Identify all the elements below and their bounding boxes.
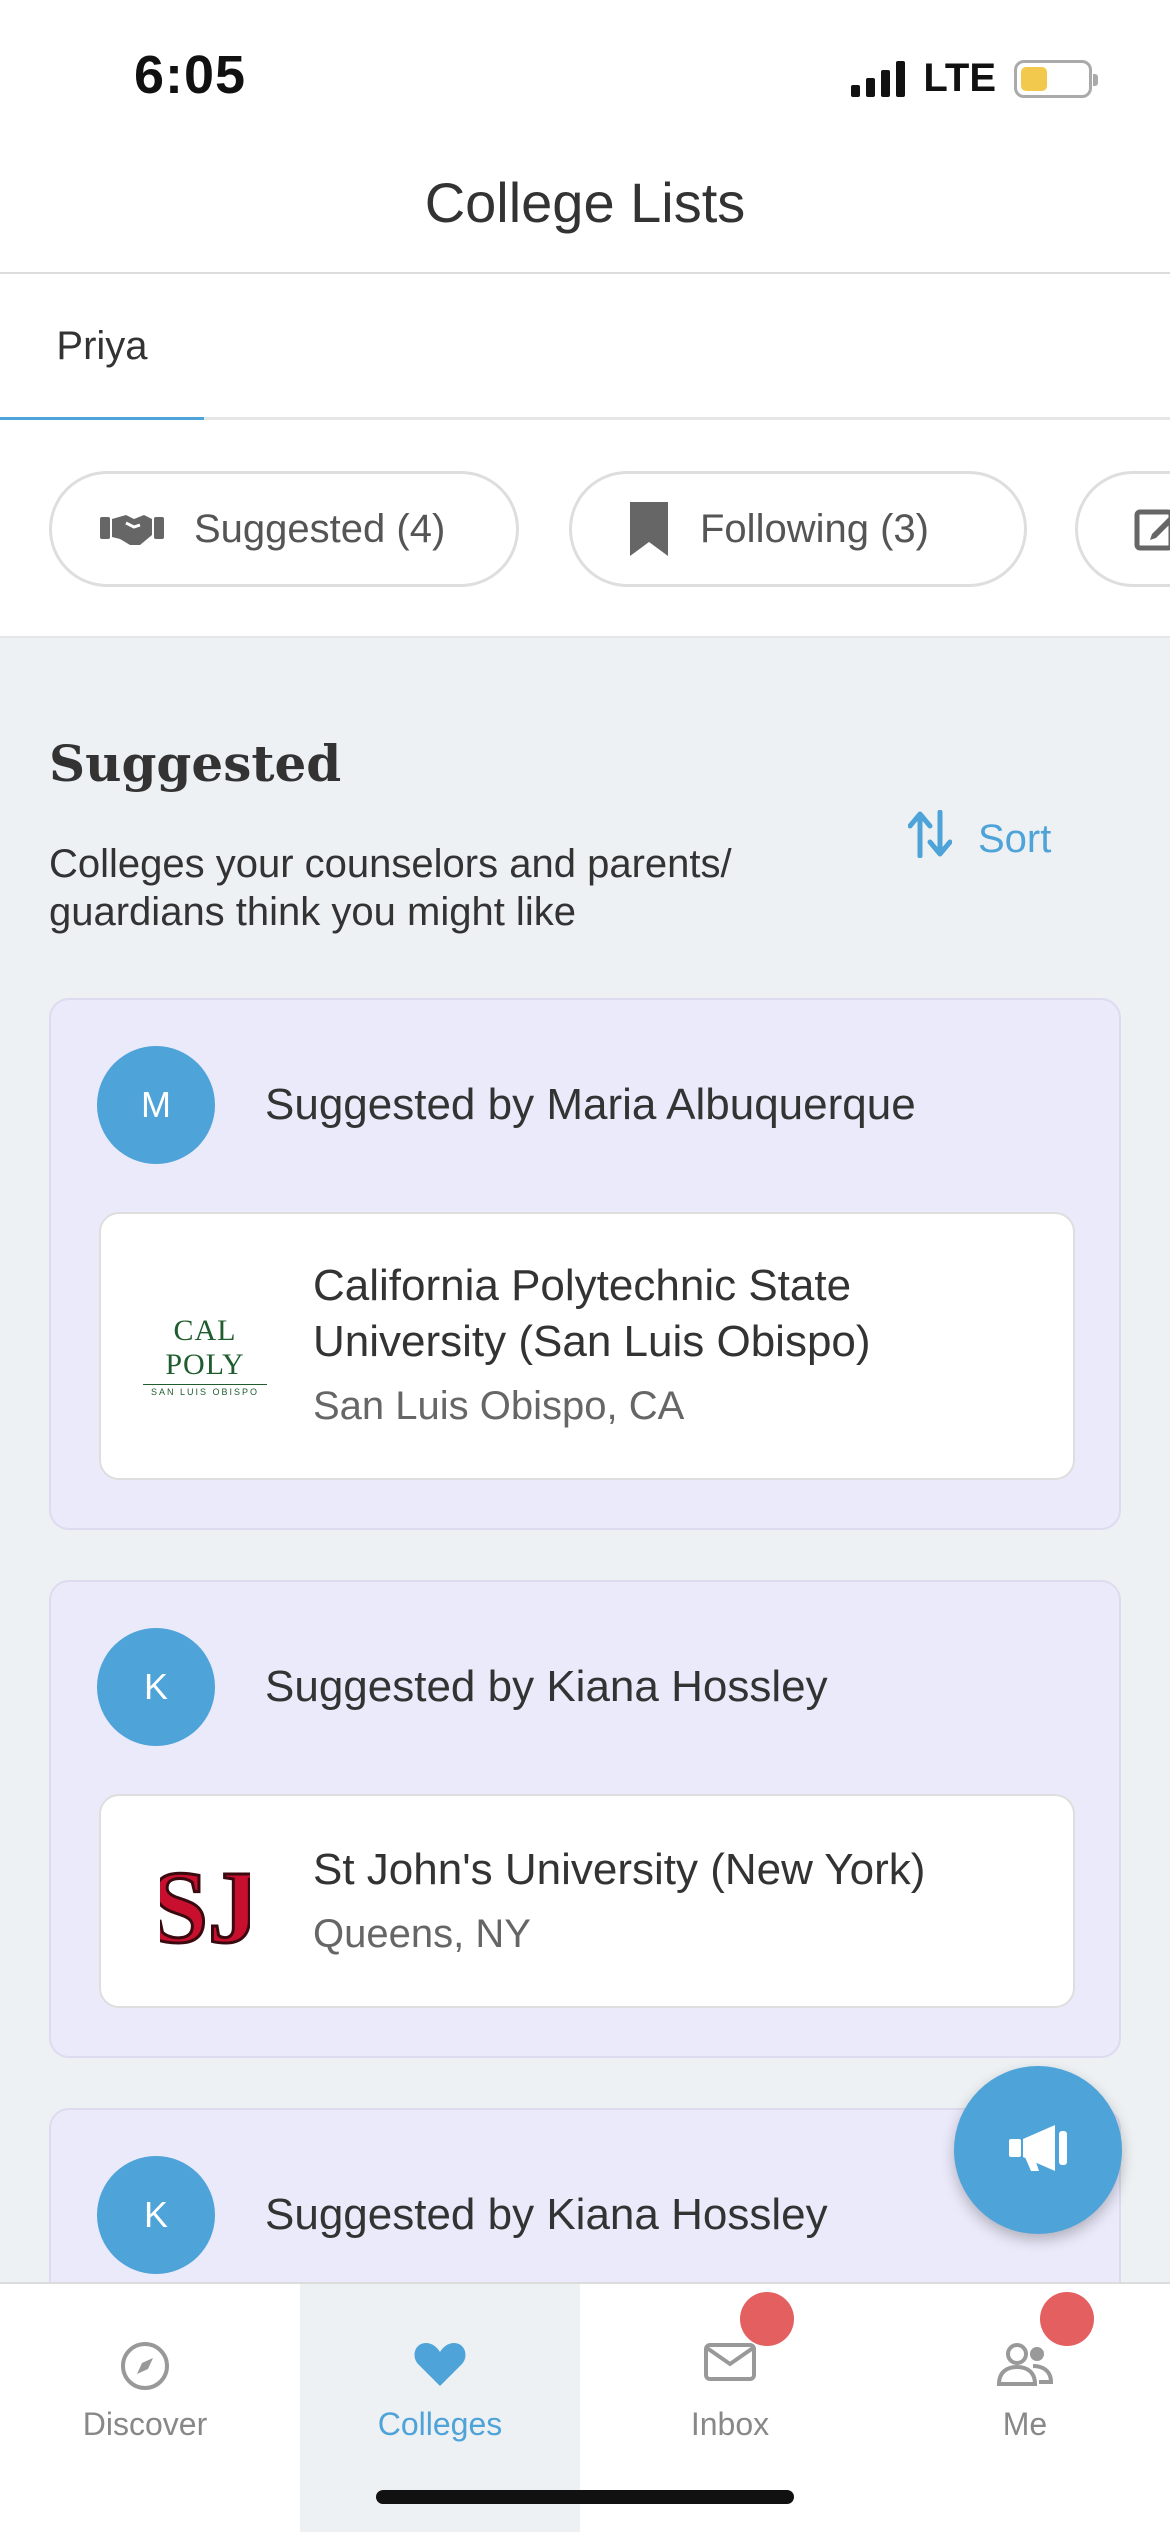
tab-student-priya[interactable]: Priya	[0, 274, 204, 423]
svg-text:SJ: SJ	[160, 1850, 250, 1962]
inbox-notification-badge	[740, 2292, 794, 2346]
me-notification-badge	[1040, 2292, 1094, 2346]
filter-notes-button[interactable]	[1075, 471, 1170, 587]
signal-icon	[851, 60, 906, 97]
suggested-by-label: Suggested by Kiana Hossley	[265, 2190, 828, 2239]
battery-icon	[1014, 59, 1098, 98]
status-bar: 6:05 LTE	[0, 0, 1170, 150]
nav-inbox-label: Inbox	[690, 2406, 770, 2442]
filter-following-button[interactable]: Following (3)	[569, 471, 1027, 587]
filter-chips: Suggested (4) Following (3)	[0, 420, 1170, 638]
filter-following-label: Following (3)	[700, 506, 929, 551]
college-item[interactable]: SJ St John's University (New York) Queen…	[99, 1794, 1075, 2008]
avatar: K	[97, 1628, 215, 1746]
nav-discover[interactable]: Discover	[0, 2284, 290, 2532]
nav-discover-label: Discover	[82, 2406, 208, 2442]
stjohns-logo: SJ	[143, 1842, 267, 1963]
network-label: LTE	[923, 56, 996, 100]
suggestion-card: K Suggested by Kiana Hossley SJ St John'…	[49, 1580, 1121, 2058]
nav-colleges-label: Colleges	[377, 2406, 503, 2442]
nav-me-label: Me	[1002, 2406, 1048, 2442]
suggested-by-label: Suggested by Maria Albuquerque	[265, 1080, 916, 1129]
college-item[interactable]: CAL POLY SAN LUIS OBISPO California Poly…	[99, 1212, 1075, 1480]
megaphone-icon	[1005, 2121, 1071, 2180]
suggestion-card: M Suggested by Maria Albuquerque CAL POL…	[49, 998, 1121, 1530]
compass-icon	[0, 2340, 290, 2400]
heart-icon	[300, 2340, 580, 2400]
status-indicators: LTE	[851, 56, 1098, 101]
header: College Lists	[0, 150, 1170, 274]
college-location: Queens, NY	[313, 1912, 531, 1956]
sort-icon	[907, 809, 953, 868]
section-description: Colleges your counselors and parents/ gu…	[49, 842, 732, 934]
suggested-section: Suggested Colleges your counselors and p…	[0, 638, 1170, 2282]
sort-label: Sort	[978, 816, 1052, 861]
page-title: College Lists	[424, 171, 746, 234]
college-name: St John's University (New York)	[313, 1845, 926, 1894]
calpoly-logo: CAL POLY SAN LUIS OBISPO	[143, 1314, 267, 1397]
status-time: 6:05	[134, 45, 247, 105]
filter-suggested-label: Suggested (4)	[194, 506, 446, 551]
avatar: M	[97, 1046, 215, 1164]
suggested-by-label: Suggested by Kiana Hossley	[265, 1662, 828, 1711]
college-name: California Polytechnic State University …	[313, 1261, 871, 1366]
people-icon	[880, 2340, 1170, 2400]
section-title: Suggested	[49, 734, 342, 793]
filter-suggested-button[interactable]: Suggested (4)	[49, 471, 519, 587]
home-indicator	[376, 2490, 794, 2504]
student-tabs: Priya	[0, 274, 1170, 423]
handshake-icon	[100, 509, 164, 549]
mail-icon	[585, 2340, 875, 2400]
avatar: K	[97, 2156, 215, 2274]
edit-icon	[1134, 506, 1170, 552]
sort-button[interactable]: Sort	[907, 809, 1052, 868]
bookmark-icon	[628, 500, 670, 558]
nav-me[interactable]: Me	[880, 2284, 1170, 2532]
college-location: San Luis Obispo, CA	[313, 1384, 685, 1428]
announce-fab-button[interactable]	[954, 2066, 1122, 2234]
